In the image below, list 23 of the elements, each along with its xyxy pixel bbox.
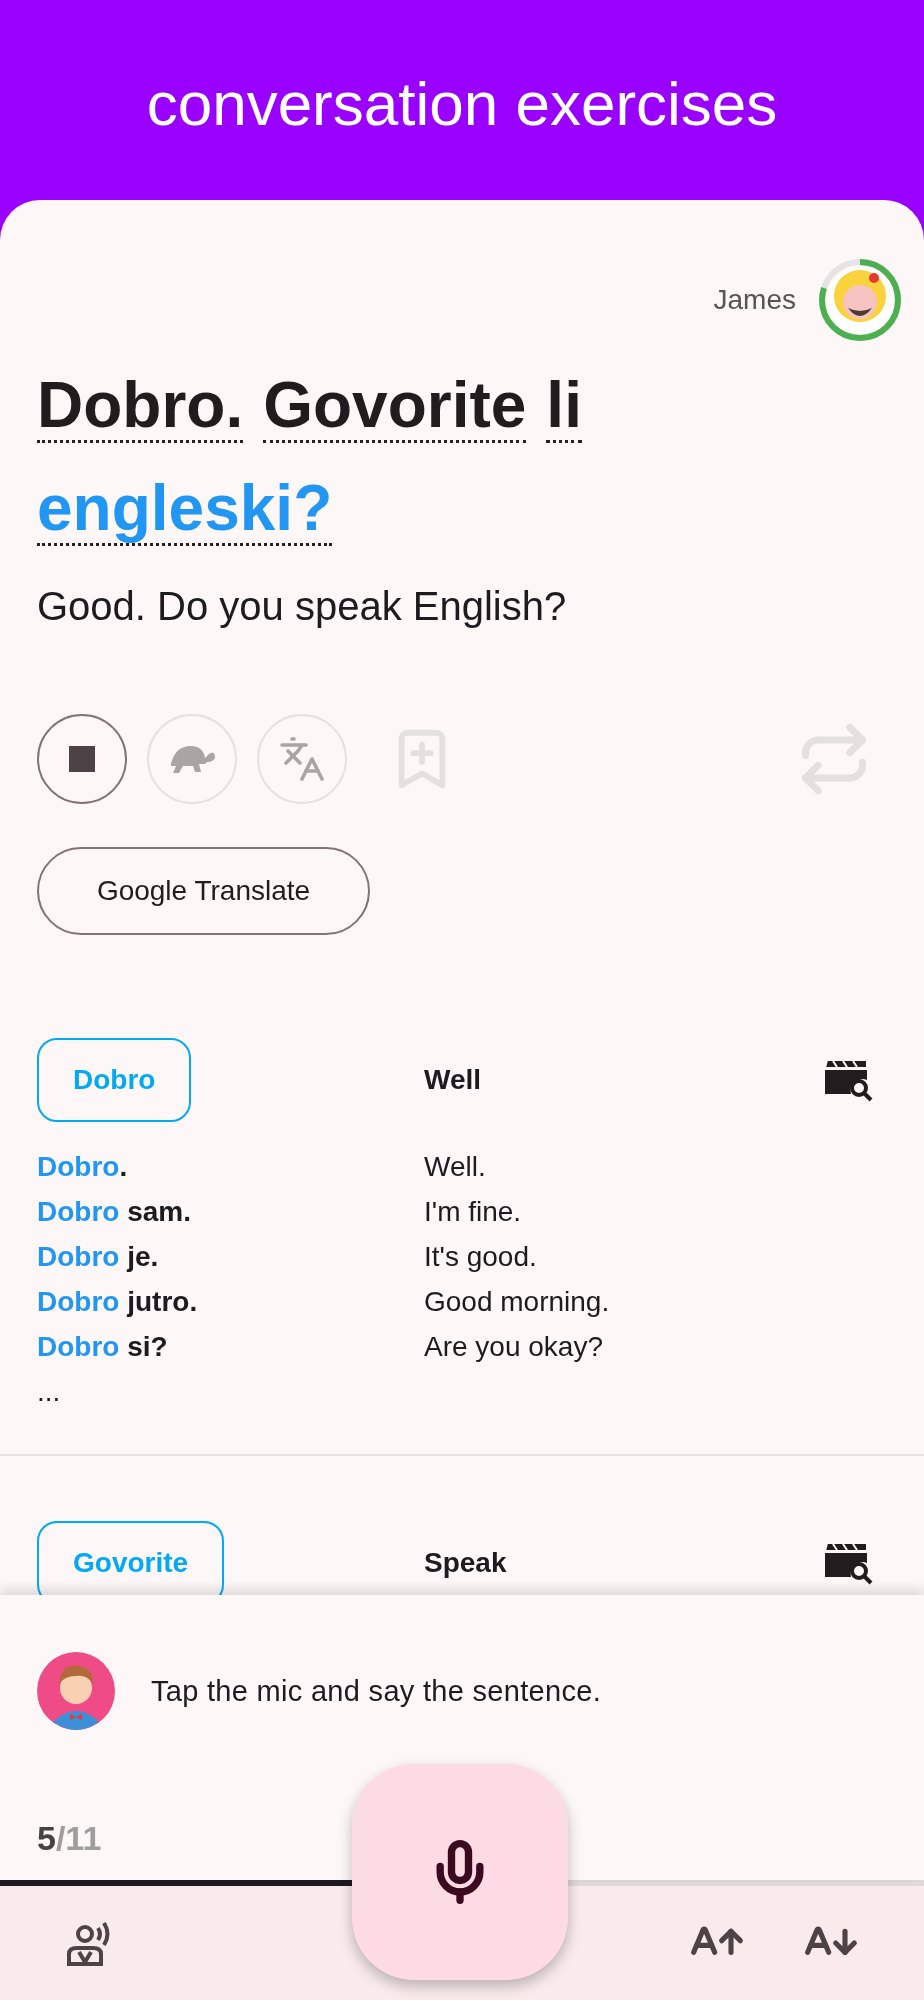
user-name: James [713, 284, 796, 316]
example-phrase: Dobro sam. [37, 1195, 193, 1229]
sentence-word[interactable]: li [546, 370, 582, 443]
example-phrase: Dobro. [37, 1150, 129, 1184]
sentence-word[interactable]: Dobro. [37, 370, 244, 443]
example-translation: It's good. [424, 1240, 538, 1274]
sentence-translation: Good. Do you speak English? [37, 583, 568, 630]
google-translate-button[interactable]: Google Translate [37, 847, 370, 935]
example-translation: Are you okay? [424, 1330, 604, 1364]
word-meaning: Speak [424, 1547, 508, 1579]
example-translation: Good morning. [424, 1285, 611, 1319]
example-translation: Well. [424, 1150, 487, 1184]
example-translation: I'm fine. [424, 1195, 523, 1229]
total-count: /11 [55, 1819, 102, 1858]
more-examples: ... [37, 1376, 61, 1407]
sentence-word[interactable]: Govorite [263, 370, 527, 443]
screen-title: conversation exercises [146, 68, 778, 140]
prompt-message: Tap the mic and say the sentence. [151, 1674, 601, 1708]
word-meaning: Well [424, 1064, 483, 1096]
current-count: 5 [37, 1819, 56, 1858]
example-phrase: Dobro je. [37, 1240, 160, 1274]
example-phrase: Dobro si? [37, 1330, 169, 1364]
example-phrase: Dobro jutro. [37, 1285, 199, 1319]
